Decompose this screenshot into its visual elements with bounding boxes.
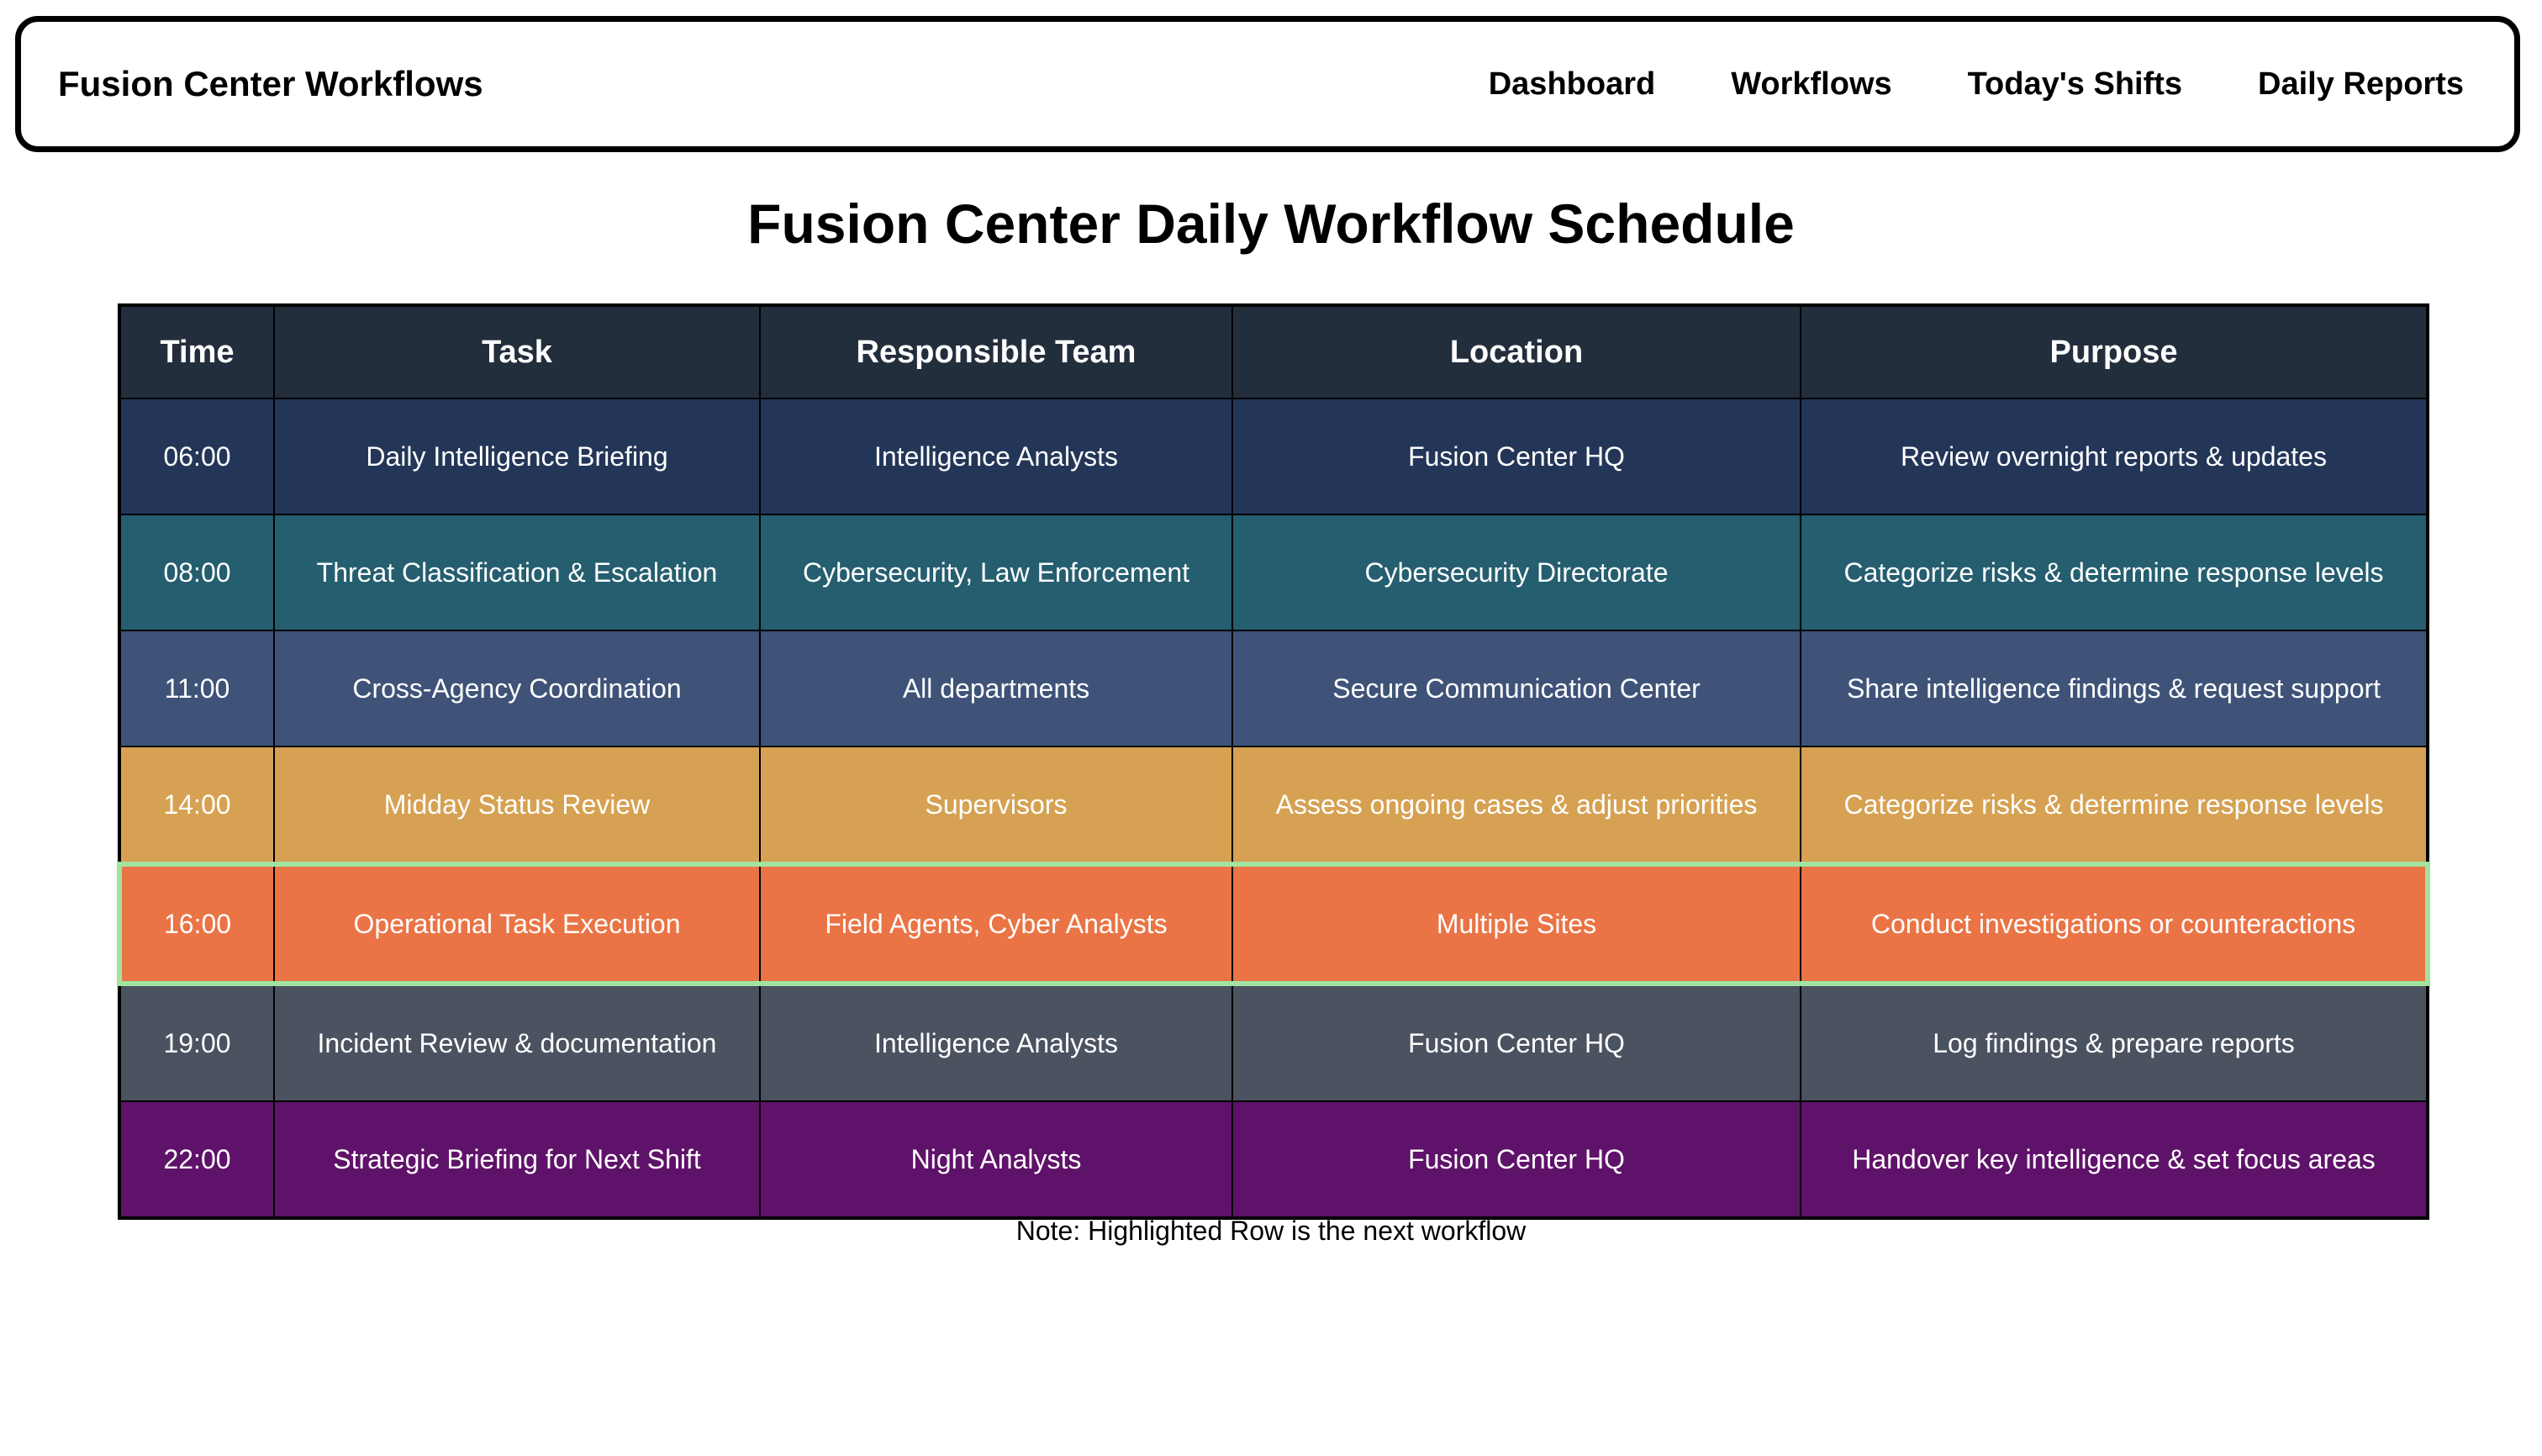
table-row: 22:00 Strategic Briefing for Next Shift … [119,1100,2429,1219]
nav-link-dashboard[interactable]: Dashboard [1489,66,1655,103]
cell-purpose: Share intelligence findings & request su… [1800,630,2429,747]
column-header-time: Time [119,304,275,399]
workflow-schedule-table: Time Task Responsible Team Location Purp… [117,303,2430,1220]
table-row: 06:00 Daily Intelligence Briefing Intell… [119,398,2429,515]
column-header-task: Task [273,304,761,399]
table-header: Time Task Responsible Team Location Purp… [119,304,2429,399]
cell-task: Strategic Briefing for Next Shift [273,1100,761,1219]
column-header-purpose: Purpose [1800,304,2429,399]
cell-time: 08:00 [119,514,275,631]
cell-team: Supervisors [759,746,1233,865]
cell-time: 14:00 [119,746,275,865]
page-title: Fusion Center Daily Workflow Schedule [747,193,1795,255]
nav-link-workflows[interactable]: Workflows [1731,66,1891,103]
cell-purpose: Categorize risks & determine response le… [1800,514,2429,631]
cell-task: Operational Task Execution [273,862,761,986]
cell-location: Secure Communication Center [1231,630,1801,747]
cell-team: All departments [759,630,1233,747]
cell-team: Cybersecurity, Law Enforcement [759,514,1233,631]
brand-title: Fusion Center Workflows [58,64,483,103]
nav-links: Dashboard Workflows Today's Shifts Daily… [1413,66,2464,103]
nav-link-todays-shifts[interactable]: Today's Shifts [1968,66,2182,103]
cell-time: 19:00 [119,983,275,1102]
cell-purpose: Review overnight reports & updates [1800,398,2429,515]
cell-location: Fusion Center HQ [1231,983,1801,1102]
cell-purpose: Handover key intelligence & set focus ar… [1800,1100,2429,1219]
table-row-highlighted: 16:00 Operational Task Execution Field A… [117,862,2430,986]
cell-time: 22:00 [119,1100,275,1219]
header-row: Time Task Responsible Team Location Purp… [119,304,2429,399]
nav-link-daily-reports[interactable]: Daily Reports [2258,66,2464,103]
table-row: 11:00 Cross-Agency Coordination All depa… [119,630,2429,747]
cell-purpose: Categorize risks & determine response le… [1800,746,2429,865]
cell-team: Intelligence Analysts [759,983,1233,1102]
table-body: 06:00 Daily Intelligence Briefing Intell… [117,398,2430,1219]
column-header-responsible-team: Responsible Team [759,304,1233,399]
highlight-note: Note: Highlighted Row is the next workfl… [1015,1216,1527,1246]
cell-task: Daily Intelligence Briefing [273,398,761,515]
page: Fusion Center Workflows Dashboard Workfl… [0,0,2542,1456]
table-row: 19:00 Incident Review & documentation In… [119,983,2429,1102]
cell-location: Multiple Sites [1231,862,1801,986]
cell-location: Fusion Center HQ [1231,1100,1801,1219]
cell-purpose: Conduct investigations or counteractions [1800,862,2430,986]
cell-task: Incident Review & documentation [273,983,761,1102]
cell-team: Night Analysts [759,1100,1233,1219]
table-row: 08:00 Threat Classification & Escalation… [119,514,2429,631]
cell-task: Threat Classification & Escalation [273,514,761,631]
cell-location: Assess ongoing cases & adjust priorities [1231,746,1801,865]
cell-team: Field Agents, Cyber Analysts [759,862,1233,986]
top-navbar: Fusion Center Workflows Dashboard Workfl… [15,16,2520,152]
cell-location: Fusion Center HQ [1231,398,1801,515]
cell-time: 16:00 [117,862,275,986]
cell-task: Cross-Agency Coordination [273,630,761,747]
table-row: 14:00 Midday Status Review Supervisors A… [119,746,2429,865]
column-header-location: Location [1231,304,1801,399]
cell-task: Midday Status Review [273,746,761,865]
cell-time: 11:00 [119,630,275,747]
cell-location: Cybersecurity Directorate [1231,514,1801,631]
cell-team: Intelligence Analysts [759,398,1233,515]
cell-purpose: Log findings & prepare reports [1800,983,2429,1102]
cell-time: 06:00 [119,398,275,515]
